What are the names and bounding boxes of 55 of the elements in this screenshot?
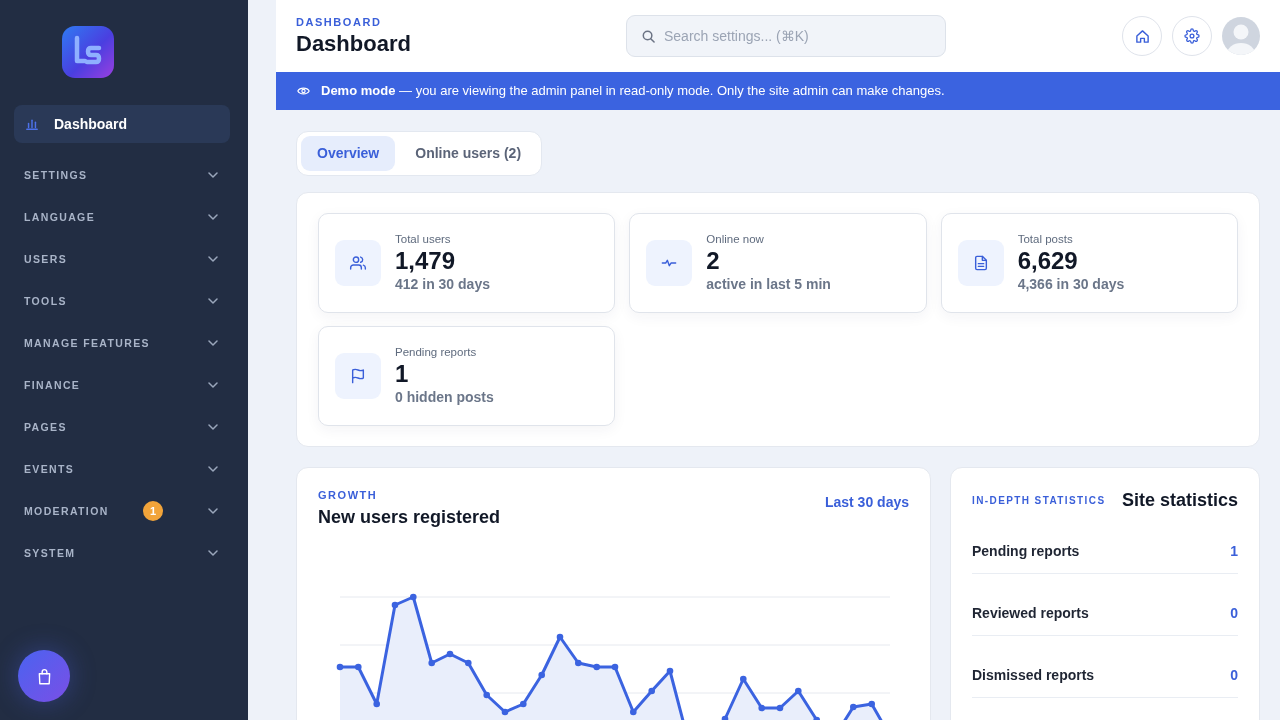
card-eyebrow: IN-DEPTH STATISTICS <box>972 493 1106 508</box>
stat-value: 1 <box>395 360 410 388</box>
sidebar-section[interactable]: PAGES <box>0 406 248 448</box>
banner-message: Demo mode — you are viewing the admin panel in read-only mode. Only the site admin can make changes. <box>321 82 945 101</box>
tab[interactable]: Overview <box>301 136 396 171</box>
sidebar-section[interactable]: EVENTS <box>0 448 248 490</box>
flag-icon <box>335 353 381 399</box>
card-title: New users registered <box>318 506 501 528</box>
settings-icon <box>1184 28 1200 44</box>
stat-value: 6,629 <box>1017 247 1079 275</box>
floating-action-button[interactable] <box>18 650 70 702</box>
stat-row-value: 0 <box>1230 604 1238 623</box>
stat-value: 1,479 <box>395 247 457 275</box>
range-link[interactable]: Last 30 days <box>824 492 909 513</box>
bar-chart-icon <box>26 118 38 130</box>
stat-row-label: Reviewed reports <box>972 604 1089 623</box>
card-eyebrow: GROWTH <box>318 488 379 502</box>
stat-detail: 412 in 30 days <box>395 275 490 294</box>
stat-label: Online now <box>706 232 765 247</box>
settings-button[interactable] <box>1172 16 1212 56</box>
sidebar-section[interactable]: MANAGE FEATURES <box>0 322 248 364</box>
stat-label: Total posts <box>1017 232 1074 247</box>
stat-row-label: Pending reports <box>972 542 1080 561</box>
stat-label: Pending reports <box>395 345 478 360</box>
sidebar-section[interactable]: USERS <box>0 238 248 280</box>
stat-label: Total users <box>395 232 452 247</box>
stat-row-value: 1 <box>1230 542 1238 561</box>
app-logo-icon <box>62 26 114 78</box>
stat-detail: 0 hidden posts <box>395 388 494 407</box>
document-icon <box>957 240 1004 286</box>
card-title: Site statistics <box>1121 489 1238 512</box>
home-button[interactable] <box>1122 16 1162 56</box>
sidebar-section[interactable]: SYSTEM <box>0 532 248 574</box>
home-icon <box>1134 28 1150 44</box>
search-icon <box>642 30 655 43</box>
search-field[interactable]: Search settings... (⌘K) <box>626 15 946 57</box>
users-icon <box>335 240 381 286</box>
page-title: Dashboard <box>296 31 412 57</box>
eye-icon <box>297 86 310 96</box>
count-badge: 1 <box>143 501 163 521</box>
stat-value: 2 <box>706 247 721 275</box>
page-eyebrow: DASHBOARD <box>296 15 383 29</box>
stat-detail: 4,366 in 30 days <box>1017 275 1125 294</box>
sidebar-section[interactable]: SETTINGS <box>0 154 248 196</box>
tab[interactable]: Online users (2) <box>399 136 538 171</box>
sidebar-nav-item[interactable]: Dashboard <box>14 105 230 143</box>
stat-row-label: Dismissed reports <box>972 666 1095 685</box>
sidebar-section[interactable]: TOOLS <box>0 280 248 322</box>
stat-row-value: 0 <box>1230 666 1238 685</box>
sidebar-section[interactable]: MODERATION 1 <box>0 490 248 532</box>
sidebar-section[interactable]: FINANCE <box>0 364 248 406</box>
pulse-icon <box>646 240 693 286</box>
sidebar-section[interactable]: LANGUAGE <box>0 196 248 238</box>
stat-detail: active in last 5 min <box>706 275 831 294</box>
shopping-bag-icon <box>36 667 52 685</box>
